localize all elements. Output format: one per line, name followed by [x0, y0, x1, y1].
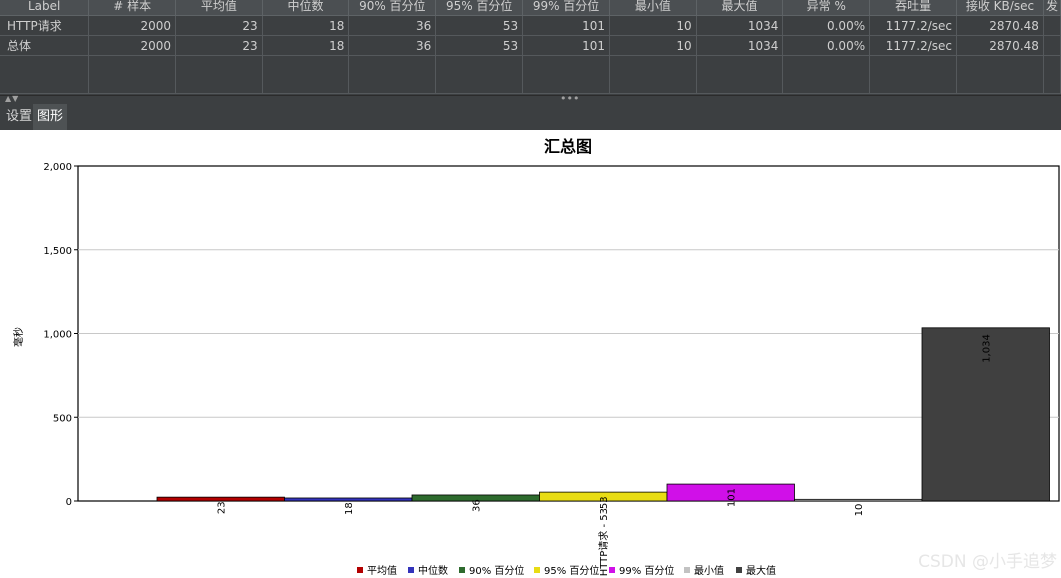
bar-value-label: 18 [344, 502, 355, 515]
legend-swatch [684, 567, 690, 573]
bar-1 [156, 496, 285, 502]
y-tick-label: 2,000 [43, 162, 72, 173]
legend-swatch [459, 567, 465, 573]
table-cell: 2870.48 [956, 15, 1044, 36]
column-header[interactable]: 99% 百分位 [522, 0, 610, 16]
chart-title: 汇总图 [544, 137, 592, 156]
bar-value-label: 1,034 [982, 334, 993, 363]
table-cell: 2000 [88, 15, 177, 36]
table-header-row: Label # 样本 平均值 中位数 90% 百分位 95% 百分位 99% 百… [0, 0, 1061, 16]
legend-label: 最小值 [694, 564, 724, 577]
column-header[interactable]: 中位数 [262, 0, 350, 16]
tab-bar: 设置 图形 [0, 104, 1061, 130]
column-header[interactable]: Label [0, 0, 90, 16]
table-cell: 0.00% [782, 15, 871, 36]
table-cell: 10 [609, 15, 697, 36]
column-header[interactable]: 最小值 [609, 0, 697, 16]
table-cell: 10 [609, 35, 697, 56]
table-cell: 18 [262, 35, 350, 56]
legend-label: 90% 百分位 [469, 564, 524, 577]
table-cell: HTTP请求 [0, 15, 90, 36]
bar-value-label: 53 [599, 496, 610, 509]
bar-2 [284, 497, 413, 502]
summary-table-area: Label # 样本 平均值 中位数 90% 百分位 95% 百分位 99% 百… [0, 0, 1061, 95]
table-cell: 18 [262, 15, 350, 36]
table-cell: 2870.48 [956, 35, 1044, 56]
watermark-text: CSDN @小手追梦 [918, 552, 1057, 572]
summary-table: Label # 样本 平均值 中位数 90% 百分位 95% 百分位 99% 百… [0, 0, 1061, 94]
bar-value-label: 101 [727, 488, 738, 507]
column-header[interactable]: 最大值 [696, 0, 784, 16]
table-cell [1043, 15, 1061, 36]
legend-label: 95% 百分位 [544, 564, 599, 577]
table-empty-row [0, 55, 1061, 94]
legend-swatch [357, 567, 363, 573]
table-cell [1043, 35, 1061, 56]
y-tick-label: 500 [53, 413, 72, 424]
column-header[interactable]: 接收 KB/sec [956, 0, 1044, 16]
legend-label: 最大值 [746, 564, 776, 577]
table-cell: 1034 [696, 35, 784, 56]
legend-swatch [736, 567, 742, 573]
legend-label: 平均值 [367, 564, 397, 577]
bar-value-label: 23 [217, 501, 228, 514]
table-cell: 23 [175, 15, 263, 36]
tab-graph[interactable]: 图形 [33, 104, 68, 130]
chart-panel: 汇总图 0 500 1,000 1,500 2,000 毫秒 23 18 36 53 101 10 1,0… [0, 130, 1061, 578]
column-header[interactable]: 90% 百分位 [348, 0, 437, 16]
collapse-arrows-icon[interactable]: ▲▼ [5, 94, 19, 103]
summary-chart: 汇总图 0 500 1,000 1,500 2,000 毫秒 23 18 36 53 101 10 1,0… [12, 137, 1060, 577]
legend-swatch [609, 567, 615, 573]
bar-6 [794, 498, 923, 502]
table-row[interactable]: 总体 2000 23 18 36 53 101 10 1034 0.00% 11… [0, 35, 1061, 56]
column-header[interactable]: 吞吐量 [869, 0, 958, 16]
table-cell: 101 [522, 15, 610, 36]
column-header[interactable]: # 样本 [88, 0, 177, 16]
table-cell: 53 [435, 35, 524, 56]
column-header[interactable]: 95% 百分位 [435, 0, 524, 16]
y-axis-label: 毫秒 [12, 327, 25, 347]
table-cell: 2000 [88, 35, 177, 56]
y-tick-label: 1,500 [43, 246, 72, 257]
table-cell: 36 [348, 35, 437, 56]
table-cell: 总体 [0, 35, 90, 56]
y-tick-label: 1,000 [43, 330, 72, 341]
table-cell: 1177.2/sec [869, 15, 958, 36]
column-header[interactable]: 发 [1043, 0, 1061, 16]
tab-settings[interactable]: 设置 [2, 104, 36, 130]
bar-value-label: 36 [472, 499, 483, 512]
table-cell: 36 [348, 15, 437, 36]
table-cell: 53 [435, 15, 524, 36]
bar-value-label: 10 [854, 504, 865, 517]
y-tick-label: 0 [66, 497, 72, 508]
table-cell: 1177.2/sec [869, 35, 958, 56]
table-cell: 23 [175, 35, 263, 56]
table-cell: 101 [522, 35, 610, 56]
legend-swatch [408, 567, 414, 573]
table-cell: 0.00% [782, 35, 871, 56]
legend-label: 99% 百分位 [619, 564, 674, 577]
legend-label: 中位数 [418, 564, 448, 577]
column-header[interactable]: 平均值 [175, 0, 263, 16]
column-header[interactable]: 异常 % [782, 0, 871, 16]
table-cell: 1034 [696, 15, 784, 36]
table-row[interactable]: HTTP请求 2000 23 18 36 53 101 10 1034 0.00… [0, 15, 1061, 36]
legend-swatch [534, 567, 540, 573]
